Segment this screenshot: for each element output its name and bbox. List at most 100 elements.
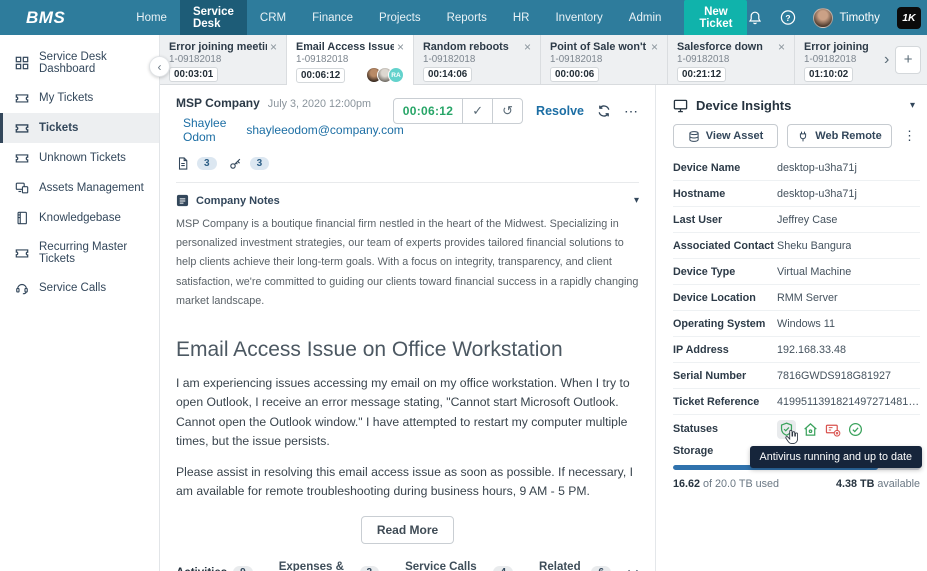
sidebar-item-knowledgebase[interactable]: Knowledgebase <box>0 203 159 233</box>
ticket-description-paragraph: Please assist in resolving this email ac… <box>176 463 639 502</box>
undo-icon: ↺ <box>502 103 513 119</box>
field-hostname: Hostnamedesktop-u3ha71j <box>673 181 920 207</box>
main-menu: Home Service Desk CRM Finance Projects R… <box>123 0 674 35</box>
viewer-avatar-initials: RA <box>388 67 404 83</box>
nav-item-admin[interactable]: Admin <box>616 0 675 35</box>
help-icon[interactable]: ? <box>780 10 796 26</box>
attachments-count-badge[interactable]: 3 <box>197 157 217 170</box>
book-icon <box>15 211 29 225</box>
panel-more-icon[interactable]: ⋮ <box>901 128 918 144</box>
collapse-caret-icon[interactable]: ▾ <box>910 100 915 111</box>
resolve-button[interactable]: Resolve <box>536 104 584 118</box>
web-remote-button[interactable]: Web Remote <box>787 124 892 148</box>
tab-scroll-right-button[interactable]: › <box>882 35 891 84</box>
sidebar-item-assets-management[interactable]: Assets Management <box>0 173 159 203</box>
sidebar: Service Desk Dashboard My Tickets Ticket… <box>0 35 160 571</box>
ticket-icon <box>15 151 29 165</box>
chevron-down-icon[interactable] <box>627 564 639 571</box>
devices-icon <box>15 181 29 195</box>
credentials-count-badge[interactable]: 3 <box>250 157 270 170</box>
sidebar-item-service-calls[interactable]: Service Calls <box>0 273 159 303</box>
storage-section: Storage 16.62 of 20.0 TB used 4.38 TB av… <box>673 445 920 490</box>
monitor-icon <box>673 98 688 113</box>
contact-name-link[interactable]: Shaylee Odom <box>183 116 226 144</box>
divider <box>176 182 639 183</box>
plus-icon: + <box>904 51 913 68</box>
device-insights-panel: Device Insights ▾ View Asset Web Remote … <box>655 85 927 571</box>
tab-related-items[interactable]: Related Items 6 <box>539 561 611 571</box>
ticket-tab-error-joining-2[interactable]: Error joining 1-09182018 01:10:02 <box>795 35 882 84</box>
ticket-tab-salesforce-down[interactable]: Salesforce down× 1-09182018 00:21:12 <box>668 35 795 84</box>
company-name[interactable]: MSP Company <box>176 96 260 110</box>
nav-item-reports[interactable]: Reports <box>434 0 500 35</box>
sync-icon[interactable] <box>597 104 611 118</box>
nav-utilities: ? Timothy 1K <box>747 7 920 29</box>
collapse-caret-icon[interactable]: ▾ <box>634 195 639 206</box>
read-more-button[interactable]: Read More <box>361 516 454 544</box>
sidebar-item-tickets[interactable]: Tickets <box>0 113 159 143</box>
close-icon[interactable]: × <box>778 41 785 53</box>
timer-commit-button[interactable]: ✓ <box>462 99 492 123</box>
ticket-tab-random-reboots[interactable]: Random reboots× 1-09182018 00:14:06 <box>414 35 541 84</box>
tab-expenses-charges[interactable]: Expenses & Charges 2 <box>279 561 379 571</box>
user-avatar <box>813 8 833 28</box>
asset-icon <box>688 130 700 143</box>
nav-item-projects[interactable]: Projects <box>366 0 434 35</box>
notifications-bell-icon[interactable] <box>747 10 763 26</box>
tab-timer: 00:00:06 <box>550 67 599 82</box>
ticket-tab-point-of-sale[interactable]: Point of Sale won't load× 1-09182018 00:… <box>541 35 668 84</box>
mouse-hand-cursor <box>783 428 800 447</box>
more-actions-icon[interactable]: ⋯ <box>624 103 639 120</box>
sidebar-collapse-button[interactable]: ‹ <box>149 56 170 77</box>
close-icon[interactable]: × <box>397 41 404 53</box>
field-last-user: Last UserJeffrey Case <box>673 207 920 233</box>
ticket-icon <box>15 91 29 105</box>
check-status-icon[interactable] <box>848 422 863 437</box>
sidebar-item-my-tickets[interactable]: My Tickets <box>0 83 159 113</box>
sidebar-item-recurring-master-tickets[interactable]: Recurring Master Tickets <box>0 233 159 273</box>
sidebar-item-dashboard[interactable]: Service Desk Dashboard <box>0 43 159 83</box>
contact-email-link[interactable]: shayleeodom@company.com <box>246 123 403 137</box>
nav-item-finance[interactable]: Finance <box>299 0 366 35</box>
ticket-tab-email-access-issue[interactable]: Email Access Issue on O...× 1-09182018 0… <box>287 35 414 85</box>
ticket-description-paragraph: I am experiencing issues accessing my em… <box>176 374 639 451</box>
nav-item-service-desk[interactable]: Service Desk <box>180 0 247 35</box>
tab-activities[interactable]: Activities 9 <box>176 566 253 571</box>
timer-reset-button[interactable]: ↺ <box>492 99 522 123</box>
sidebar-item-unknown-tickets[interactable]: Unknown Tickets <box>0 143 159 173</box>
device-fields: Device Namedesktop-u3ha71j Hostnamedeskt… <box>673 155 920 415</box>
key-icon <box>228 156 243 171</box>
field-device-location: Device LocationRMM Server <box>673 285 920 311</box>
nav-item-hr[interactable]: HR <box>500 0 543 35</box>
kaseya-logo[interactable]: 1K <box>897 7 921 29</box>
attachments-icon <box>176 156 190 171</box>
headset-icon <box>15 281 29 295</box>
tab-timer: 00:06:12 <box>296 68 345 83</box>
timer-value: 00:06:12 <box>394 99 462 123</box>
patch-status-error-icon[interactable] <box>825 422 841 437</box>
nav-item-crm[interactable]: CRM <box>247 0 299 35</box>
chevron-right-icon: › <box>884 51 889 69</box>
ticket-tabstrip: Error joining meetings× 1-09182018 00:03… <box>160 35 927 85</box>
ticket-tab-error-joining-meetings[interactable]: Error joining meetings× 1-09182018 00:03… <box>160 35 287 84</box>
antivirus-tooltip: Antivirus running and up to date <box>750 446 922 468</box>
nav-item-inventory[interactable]: Inventory <box>542 0 615 35</box>
view-asset-button[interactable]: View Asset <box>673 124 778 148</box>
close-icon[interactable]: × <box>651 41 658 53</box>
add-tab-button[interactable]: + <box>895 46 921 74</box>
close-icon[interactable]: × <box>270 41 277 53</box>
user-menu[interactable]: Timothy <box>813 8 879 28</box>
new-ticket-button[interactable]: New Ticket <box>684 0 747 36</box>
tab-timer: 01:10:02 <box>804 67 853 82</box>
company-notes-text: MSP Company is a boutique financial firm… <box>176 215 639 311</box>
tab-service-calls-todos[interactable]: Service Calls & To-Dos 4 <box>405 561 513 571</box>
field-associated-contact: Associated ContactSheku Bangura <box>673 233 920 259</box>
network-status-icon[interactable] <box>803 422 818 437</box>
field-device-type: Device TypeVirtual Machine <box>673 259 920 285</box>
device-insights-title: Device Insights <box>696 98 791 113</box>
statuses-label: Statuses <box>673 423 777 435</box>
close-icon[interactable]: × <box>524 41 531 53</box>
nav-item-home[interactable]: Home <box>123 0 180 35</box>
ticket-datetime: July 3, 2020 12:00pm <box>268 98 371 110</box>
expenses-count-badge: 2 <box>360 566 380 571</box>
